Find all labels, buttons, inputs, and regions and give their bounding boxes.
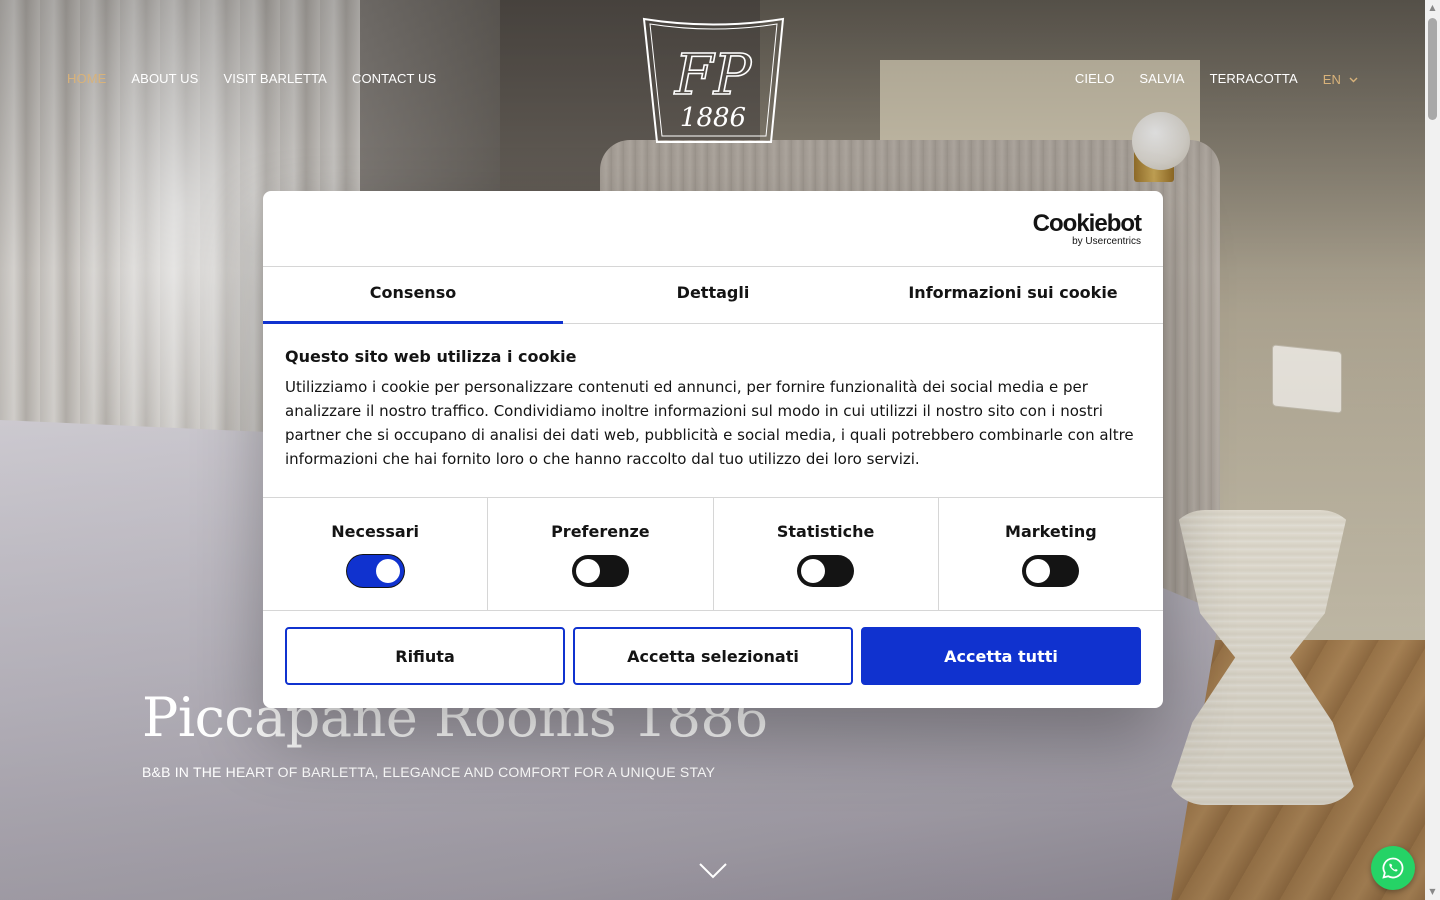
toggle-preferenze[interactable]: [571, 555, 629, 587]
accept-all-button[interactable]: Accetta tutti: [861, 627, 1141, 685]
tab-consenso[interactable]: Consenso: [263, 267, 563, 324]
toggle-label-necessari: Necessari: [331, 522, 420, 541]
toggle-group-marketing: Marketing: [939, 498, 1163, 610]
toggle-group-preferenze: Preferenze: [488, 498, 714, 610]
scroll-down-arrow-icon[interactable]: ▼: [1428, 887, 1437, 897]
hero-subtitle: B&B IN THE HEART OF BARLETTA, ELEGANCE A…: [142, 764, 716, 780]
toggle-label-marketing: Marketing: [1005, 522, 1097, 541]
toggle-marketing[interactable]: [1022, 555, 1080, 587]
toggle-knob: [1026, 559, 1051, 583]
main-nav-right: CIELO SALVIA TERRACOTTA EN: [1050, 70, 1358, 88]
tab-dettagli[interactable]: Dettagli: [563, 267, 863, 323]
cookie-heading: Questo sito web utilizza i cookie: [285, 347, 577, 366]
whatsapp-icon: [1382, 857, 1404, 879]
main-nav-left: HOME ABOUT US VISIT BARLETTA CONTACT US: [67, 70, 461, 88]
cookie-body-text: Utilizziamo i cookie per personalizzare …: [285, 378, 1134, 468]
cookie-tabs: Consenso Dettagli Informazioni sui cooki…: [263, 267, 1163, 324]
cookie-dialog-header: Cookiebot by Usercentrics: [263, 191, 1163, 267]
cookie-description: Questo sito web utilizza i cookie Utiliz…: [263, 324, 1163, 498]
site-logo[interactable]: FP 1886: [641, 16, 786, 144]
cookie-category-toggles: Necessari Preferenze Statistiche Marketi…: [263, 498, 1163, 611]
cookie-consent-dialog: Cookiebot by Usercentrics Consenso Detta…: [263, 191, 1163, 708]
nav-about-us[interactable]: ABOUT US: [131, 70, 198, 88]
toggle-knob: [375, 559, 400, 583]
chevron-down-icon: [1349, 75, 1358, 86]
nav-contact-us[interactable]: CONTACT US: [352, 70, 436, 88]
toggle-necessari[interactable]: [346, 555, 404, 587]
toggle-statistiche[interactable]: [797, 555, 855, 587]
toggle-knob: [801, 559, 826, 583]
nav-room-cielo[interactable]: CIELO: [1075, 70, 1115, 88]
logo-year: 1886: [680, 103, 746, 133]
logo-monogram: FP: [674, 43, 753, 108]
reject-button[interactable]: Rifiuta: [285, 627, 565, 685]
toggle-label-statistiche: Statistiche: [776, 522, 875, 541]
logo-emblem: FP 1886: [642, 17, 785, 143]
nav-home[interactable]: HOME: [67, 70, 106, 88]
cookiebot-logo: Cookiebot by Usercentrics: [1032, 210, 1142, 247]
toggle-group-necessari: Necessari: [263, 498, 489, 610]
toggle-label-preferenze: Preferenze: [551, 522, 650, 541]
accept-selected-button[interactable]: Accetta selezionati: [573, 627, 853, 685]
cookiebot-brand-sub: by Usercentrics: [1072, 236, 1141, 247]
tab-informazioni[interactable]: Informazioni sui cookie: [863, 267, 1163, 323]
nav-room-salvia[interactable]: SALVIA: [1139, 70, 1184, 88]
language-label: EN: [1322, 71, 1341, 87]
nav-room-terracotta[interactable]: TERRACOTTA: [1210, 70, 1298, 88]
toggle-knob: [575, 559, 600, 583]
scrollbar-thumb[interactable]: [1428, 18, 1437, 120]
scroll-up-arrow-icon[interactable]: ▲: [1428, 3, 1437, 13]
page-scrollbar[interactable]: ▲ ▼: [1425, 0, 1440, 900]
scroll-down-button[interactable]: [698, 862, 728, 880]
chevron-down-icon: [699, 863, 727, 879]
cookie-actions: Rifiuta Accetta selezionati Accetta tutt…: [263, 611, 1163, 685]
whatsapp-button[interactable]: [1371, 846, 1415, 890]
toggle-group-statistiche: Statistiche: [714, 498, 939, 610]
cookiebot-brand: Cookiebot: [1032, 210, 1142, 237]
nav-visit-barletta[interactable]: VISIT BARLETTA: [223, 70, 327, 88]
language-selector[interactable]: EN: [1323, 72, 1358, 87]
